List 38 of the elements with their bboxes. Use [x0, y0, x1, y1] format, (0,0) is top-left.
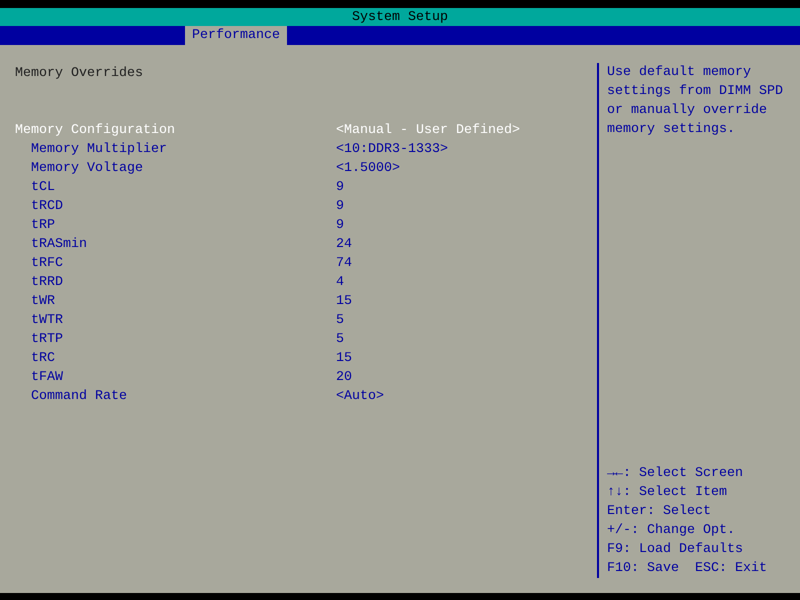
- setting-value[interactable]: 9: [336, 197, 344, 216]
- setting-label[interactable]: tRCD: [31, 199, 63, 214]
- setting-value[interactable]: 15: [336, 349, 352, 368]
- window-title: System Setup: [352, 8, 448, 26]
- setting-label[interactable]: tWTR: [31, 313, 63, 328]
- key-hint: Enter: Select: [607, 503, 712, 521]
- setting-label[interactable]: tFAW: [31, 370, 63, 385]
- setting-label[interactable]: tRFC: [31, 256, 63, 271]
- setting-value[interactable]: 74: [336, 254, 352, 273]
- setting-label[interactable]: Memory Voltage: [31, 161, 143, 176]
- setting-value[interactable]: 24: [336, 235, 352, 254]
- setting-label[interactable]: tWR: [31, 294, 55, 309]
- key-hint: +/-: Change Opt.: [607, 522, 736, 540]
- key-hint: F10: Save ESC: Exit: [607, 560, 768, 578]
- setting-label[interactable]: tRP: [31, 218, 55, 233]
- section-heading: Memory Overrides: [15, 65, 144, 83]
- setting-value[interactable]: 9: [336, 216, 344, 235]
- setting-label[interactable]: tRTP: [31, 332, 63, 347]
- key-hint: ↑↓: Select Item: [607, 484, 728, 502]
- setting-value[interactable]: 9: [336, 178, 344, 197]
- setting-label[interactable]: Command Rate: [31, 389, 127, 404]
- setting-value[interactable]: 15: [336, 292, 352, 311]
- key-hint: →←: Select Screen: [607, 465, 744, 483]
- setting-value[interactable]: 5: [336, 311, 344, 330]
- setting-label[interactable]: tRRD: [31, 275, 63, 290]
- setting-label[interactable]: Memory Multiplier: [31, 142, 167, 157]
- setting-value[interactable]: 4: [336, 273, 344, 292]
- setting-value[interactable]: <1.5000>: [336, 159, 400, 178]
- setting-label[interactable]: tRC: [31, 351, 55, 366]
- setting-value[interactable]: 20: [336, 368, 352, 387]
- setting-value[interactable]: <10:DDR3-1333>: [336, 140, 448, 159]
- setting-value[interactable]: <Auto>: [336, 387, 384, 406]
- tab[interactable]: Performance: [185, 26, 287, 45]
- help-text: Use default memory settings from DIMM SPD or manually override memory settings.: [607, 64, 784, 139]
- setting-label[interactable]: tCL: [31, 180, 55, 195]
- setting-value[interactable]: 5: [336, 330, 344, 349]
- setting-label[interactable]: tRASmin: [31, 237, 87, 252]
- key-hint: F9: Load Defaults: [607, 541, 744, 559]
